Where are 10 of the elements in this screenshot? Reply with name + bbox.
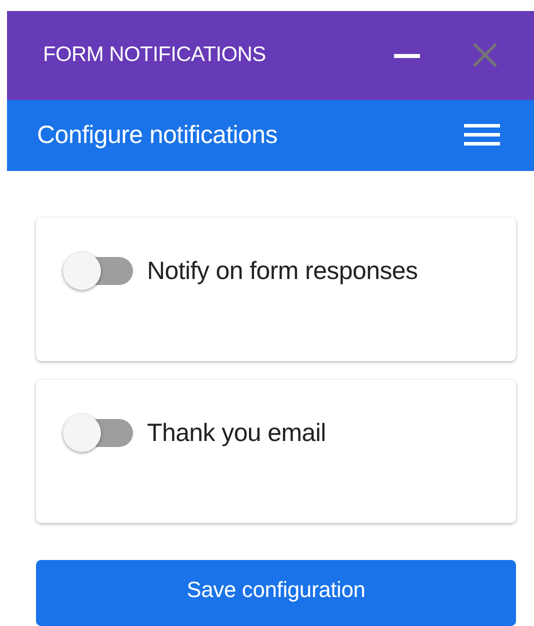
save-button[interactable]: Save configuration [36, 560, 516, 626]
toggle-switch[interactable] [63, 252, 133, 290]
header-title: Configure notifications [37, 120, 278, 150]
setting-label: Thank you email [147, 418, 326, 449]
toggle-switch[interactable] [63, 414, 133, 452]
setting-label: Notify on form responses [147, 256, 418, 287]
menu-icon [464, 124, 500, 146]
window-title: FORM NOTIFICATIONS [43, 43, 267, 68]
minimize-icon [394, 52, 420, 58]
close-icon [472, 42, 498, 68]
